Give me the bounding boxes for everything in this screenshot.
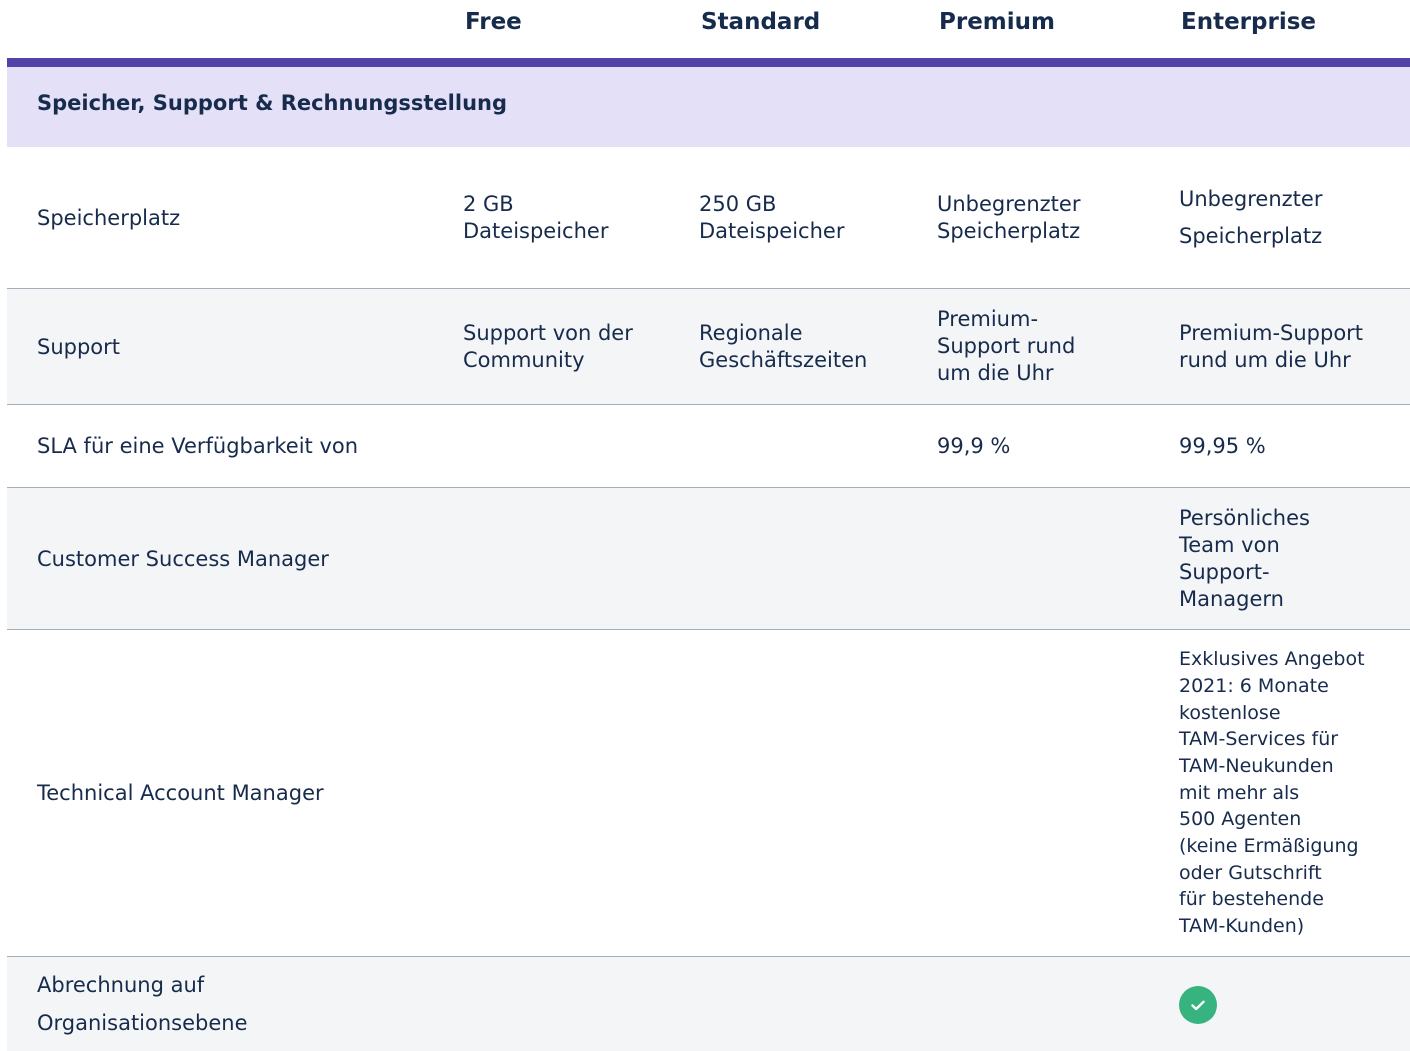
cell-standard-text: 250 GB Dateispeicher bbox=[699, 191, 845, 243]
cell-enterprise-text: Premium-Support rund um die Uhr bbox=[1179, 320, 1364, 372]
cell-free bbox=[463, 957, 683, 1051]
table-row-sla: SLA für eine Verfügbarkeit von 99,9 % 99… bbox=[7, 405, 1410, 488]
cell-enterprise-text: Exklusives Angebot 2021: 6 Monate kosten… bbox=[1179, 648, 1365, 938]
cell-standard bbox=[699, 630, 924, 956]
plan-header-row: Free Standard Premium Enterprise bbox=[7, 0, 1410, 58]
cell-premium bbox=[937, 630, 1167, 956]
cell-free-text: Support von der Community bbox=[463, 320, 633, 372]
cell-premium-text: Unbegrenzter Speicherplatz bbox=[937, 191, 1081, 243]
row-label: Technical Account Manager bbox=[37, 630, 457, 956]
cell-enterprise: Unbegrenzter Speicherplatz bbox=[1179, 147, 1394, 288]
cell-premium-text: 99,9 % bbox=[937, 433, 1011, 458]
row-label: Abrechnung auf Organisationsebene bbox=[37, 957, 457, 1051]
row-label: Support bbox=[37, 289, 457, 404]
cell-premium-text: Premium- Support rund um die Uhr bbox=[937, 307, 1076, 385]
cell-free-text: 2 GB Dateispeicher bbox=[463, 191, 609, 243]
row-label-text: Support bbox=[37, 334, 121, 359]
cell-premium bbox=[937, 488, 1167, 629]
section-title: Speicher, Support & Rechnungsstellung bbox=[37, 91, 507, 115]
cell-standard-text: Regionale Geschäftszeiten bbox=[699, 320, 868, 372]
cell-enterprise-text: 99,95 % bbox=[1179, 433, 1266, 458]
row-label: Customer Success Manager bbox=[37, 488, 457, 629]
cell-free: 2 GB Dateispeicher bbox=[463, 147, 683, 288]
cell-free: Support von der Community bbox=[463, 289, 683, 404]
cell-standard bbox=[699, 957, 924, 1051]
row-label: Speicherplatz bbox=[37, 147, 457, 288]
cell-standard: Regionale Geschäftszeiten bbox=[699, 289, 924, 404]
cell-premium: 99,9 % bbox=[937, 405, 1167, 487]
plan-name-free: Free bbox=[465, 9, 522, 35]
cell-enterprise-text: Unbegrenzter Speicherplatz bbox=[1179, 186, 1323, 248]
cell-premium: Premium- Support rund um die Uhr bbox=[937, 289, 1167, 404]
cell-enterprise: 99,95 % bbox=[1179, 405, 1394, 487]
table-row-support: Support Support von der Community Region… bbox=[7, 289, 1410, 405]
header-accent-bar bbox=[7, 58, 1410, 67]
cell-enterprise: Persönliches Team von Support- Managern bbox=[1179, 488, 1394, 629]
cell-enterprise-text: Persönliches Team von Support- Managern bbox=[1179, 505, 1310, 611]
cell-free bbox=[463, 405, 683, 487]
check-circle-icon bbox=[1179, 986, 1217, 1024]
row-label-text: Customer Success Manager bbox=[37, 546, 329, 571]
row-label-text: Abrechnung auf Organisationsebene bbox=[37, 973, 248, 1035]
plan-name-enterprise: Enterprise bbox=[1181, 9, 1317, 35]
row-label: SLA für eine Verfügbarkeit von bbox=[37, 405, 457, 487]
cell-standard: 250 GB Dateispeicher bbox=[699, 147, 924, 288]
cell-premium: Unbegrenzter Speicherplatz bbox=[937, 147, 1167, 288]
cell-enterprise: Premium-Support rund um die Uhr bbox=[1179, 289, 1394, 404]
cell-standard bbox=[699, 405, 924, 487]
cell-free bbox=[463, 488, 683, 629]
cell-enterprise: Exklusives Angebot 2021: 6 Monate kosten… bbox=[1179, 630, 1394, 956]
row-label-text: SLA für eine Verfügbarkeit von bbox=[37, 434, 359, 458]
cell-standard bbox=[699, 488, 924, 629]
cell-enterprise bbox=[1179, 986, 1394, 1024]
plan-name-premium: Premium bbox=[939, 9, 1055, 35]
table-row-technical-account-manager: Technical Account Manager Exklusives Ang… bbox=[7, 630, 1410, 957]
pricing-comparison-table: Free Standard Premium Enterprise Speiche… bbox=[7, 0, 1410, 1051]
row-label-text: Speicherplatz bbox=[37, 205, 181, 230]
table-row-org-billing: Abrechnung auf Organisationsebene bbox=[7, 957, 1410, 1051]
cell-premium bbox=[937, 957, 1167, 1051]
section-header: Speicher, Support & Rechnungsstellung bbox=[7, 67, 1410, 147]
row-label-text: Technical Account Manager bbox=[37, 781, 324, 805]
plan-name-standard: Standard bbox=[701, 9, 821, 35]
table-row-customer-success-manager: Customer Success Manager Persönliches Te… bbox=[7, 488, 1410, 630]
table-row-storage: Speicherplatz 2 GB Dateispeicher 250 GB … bbox=[7, 147, 1410, 289]
cell-free bbox=[463, 630, 683, 956]
